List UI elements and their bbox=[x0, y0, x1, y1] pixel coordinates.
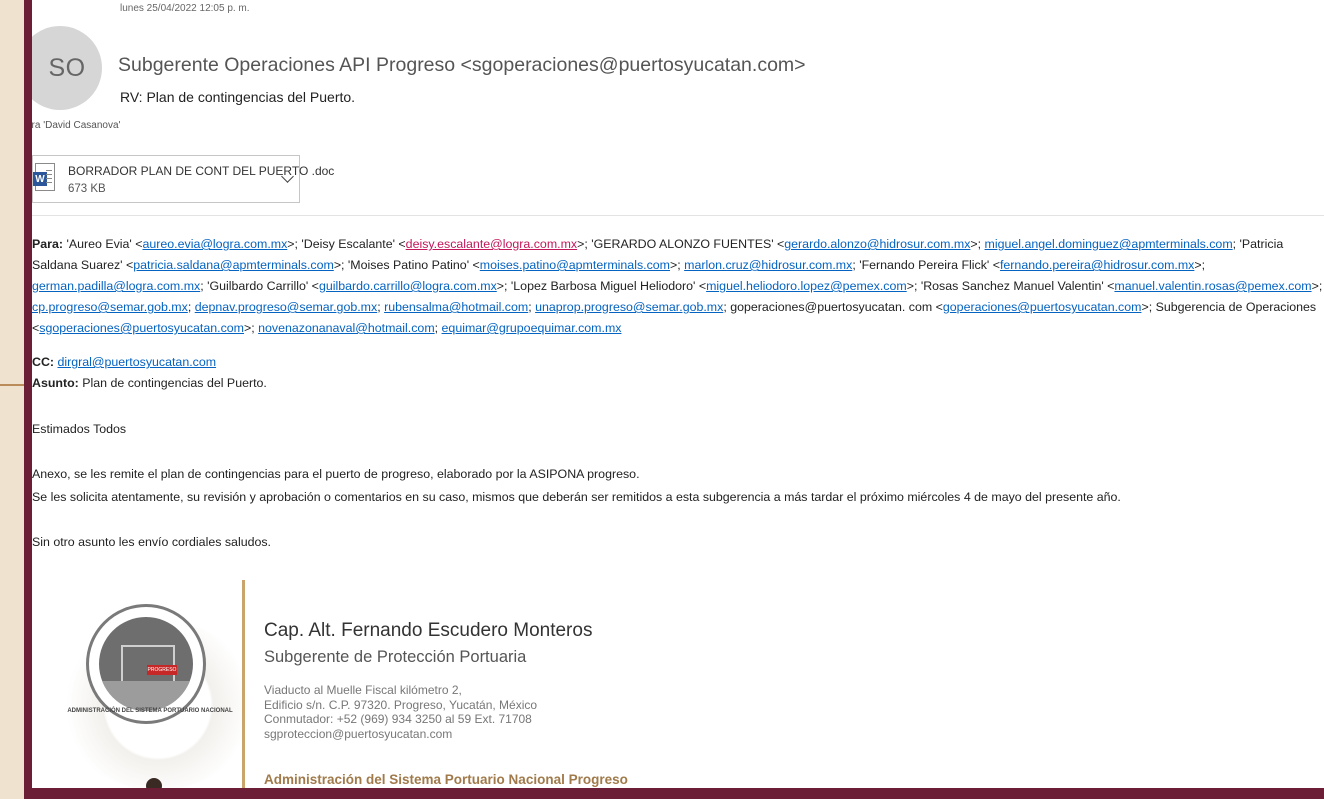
recipient-link[interactable]: aureo.evia@logra.com.mx bbox=[142, 237, 287, 251]
para-label: Para: bbox=[32, 237, 63, 251]
recipient-link[interactable]: rubensalma@hotmail.com bbox=[384, 300, 528, 314]
recipient-link[interactable]: equimar@grupoequimar.com.mx bbox=[442, 321, 622, 335]
recipient-list: 'Aureo Evia' <aureo.evia@logra.com.mx>; … bbox=[32, 237, 1322, 335]
attachment-size: 673 KB bbox=[68, 183, 106, 195]
recipient-link[interactable]: marlon.cruz@hidrosur.com.mx bbox=[684, 258, 852, 272]
recipient-link[interactable]: deisy.escalante@logra.com.mx bbox=[406, 237, 577, 251]
recipient-link[interactable]: goperaciones@puertosyucatan.com bbox=[943, 300, 1142, 314]
attachment-card[interactable]: W BORRADOR PLAN DE CONT DEL PUERTO .doc … bbox=[32, 155, 334, 203]
attachment-name: BORRADOR PLAN DE CONT DEL PUERTO .doc bbox=[68, 164, 335, 178]
signature-address: Viaducto al Muelle Fiscal kilómetro 2, E… bbox=[264, 683, 537, 741]
forwarded-cc-line: CC: dirgral@puertosyucatan.com bbox=[32, 355, 216, 369]
body-paragraph-2: Se les solicita atentamente, su revisión… bbox=[32, 490, 1121, 504]
asunto-text: Plan de contingencias del Puerto. bbox=[82, 376, 267, 390]
recipient-link[interactable]: guilbardo.carrillo@logra.com.mx bbox=[319, 279, 497, 293]
header-divider bbox=[32, 215, 1324, 216]
recipient-link[interactable]: fernando.pereira@hidrosur.com.mx bbox=[1000, 258, 1194, 272]
cc-label: CC: bbox=[32, 355, 55, 369]
word-doc-icon: W bbox=[33, 163, 55, 191]
logo-badge: PROGRESO bbox=[147, 665, 177, 675]
avatar[interactable]: SO bbox=[32, 26, 102, 110]
recipient-text: >; 'GERARDO ALONZO FUENTES' < bbox=[577, 237, 785, 251]
crane-icon bbox=[121, 645, 175, 683]
recipient-text: ; bbox=[434, 321, 442, 335]
signature-name: Cap. Alt. Fernando Escudero Monteros bbox=[264, 620, 593, 641]
recipient-text: >; 'Deisy Escalante' < bbox=[287, 237, 406, 251]
recipient-text: 'Aureo Evia' < bbox=[66, 237, 143, 251]
recipient-text: >; bbox=[670, 258, 685, 272]
address-line: sgproteccion@puertosyucatan.com bbox=[264, 726, 453, 741]
recipient-link[interactable]: novenazonanaval@hotmail.com bbox=[258, 321, 435, 335]
closing: Sin otro asunto les envío cordiales salu… bbox=[32, 535, 272, 549]
recipient-link[interactable]: depnav.progreso@semar.gob.mx bbox=[195, 300, 377, 314]
asipona-logo: PROGRESO bbox=[86, 604, 206, 724]
signature-org: Administración del Sistema Portuario Nac… bbox=[264, 772, 628, 787]
recipient-link[interactable]: unaprop.progreso@semar.gob.mx bbox=[535, 300, 723, 314]
address-line: Viaducto al Muelle Fiscal kilómetro 2, bbox=[264, 683, 462, 697]
to-recipients[interactable]: ara 'David Casanova' bbox=[32, 120, 120, 131]
email-subject: RV: Plan de contingencias del Puerto. bbox=[120, 89, 356, 105]
address-line: Conmutador: +52 (969) 934 3250 al 59 Ext… bbox=[264, 712, 532, 726]
signature-divider bbox=[242, 580, 245, 788]
forwarded-subject-line: Asunto: Plan de contingencias del Puerto… bbox=[32, 376, 267, 390]
signature-figure-icon bbox=[146, 778, 162, 788]
cc-link[interactable]: dirgral@puertosyucatan.com bbox=[57, 355, 216, 369]
address-line: Edificio s/n. C.P. 97320. Progreso, Yuca… bbox=[264, 697, 538, 712]
water-icon bbox=[99, 681, 193, 711]
signature-role: Subgerente de Protección Portuaria bbox=[264, 648, 527, 666]
logo-ring-text: ADMINISTRACIÓN DEL SISTEMA PORTUARIO NAC… bbox=[67, 708, 233, 714]
recipient-link[interactable]: patricia.saldana@apmterminals.com bbox=[133, 258, 334, 272]
recipient-text: >; 'Moises Patino Patino' < bbox=[333, 258, 480, 272]
recipient-text: ; 'Fernando Pereira Flick' < bbox=[852, 258, 1000, 272]
email-header: SO lunes 25/04/2022 12:05 p. m. Subgeren… bbox=[32, 0, 1324, 148]
recipient-text: ; goperaciones@puertosyucatan. com < bbox=[723, 300, 943, 314]
recipient-text: ; bbox=[187, 300, 195, 314]
recipient-text: >; bbox=[244, 321, 259, 335]
recipient-text: >; 'Rosas Sanchez Manuel Valentin' < bbox=[906, 279, 1115, 293]
recipient-link[interactable]: cp.progreso@semar.gob.mx bbox=[32, 300, 188, 314]
forwarded-para-line: Para: 'Aureo Evia' <aureo.evia@logra.com… bbox=[32, 234, 1324, 339]
body-paragraph-1: Anexo, se les remite el plan de continge… bbox=[32, 467, 640, 481]
sender-name[interactable]: Subgerente Operaciones API Progreso <sgo… bbox=[118, 54, 806, 77]
avatar-initials: SO bbox=[48, 53, 86, 82]
recipient-text: ; 'Guilbardo Carrillo' < bbox=[200, 279, 319, 293]
recipient-text: >; bbox=[1311, 279, 1323, 293]
email-reading-pane: SO lunes 25/04/2022 12:05 p. m. Subgeren… bbox=[32, 0, 1324, 788]
recipient-link[interactable]: sgoperaciones@puertosyucatan.com bbox=[39, 321, 244, 335]
sent-date: lunes 25/04/2022 12:05 p. m. bbox=[120, 3, 250, 14]
email-signature: PROGRESO ADMINISTRACIÓN DEL SISTEMA PORT… bbox=[32, 580, 1324, 788]
recipient-link[interactable]: german.padilla@logra.com.mx bbox=[32, 279, 200, 293]
recipient-text: >; bbox=[1194, 258, 1206, 272]
asunto-label: Asunto: bbox=[32, 376, 79, 390]
recipient-link[interactable]: miguel.heliodoro.lopez@pemex.com bbox=[706, 279, 907, 293]
recipient-link[interactable]: miguel.angel.dominguez@apmterminals.com bbox=[985, 237, 1233, 251]
recipient-text: >; bbox=[970, 237, 985, 251]
recipient-link[interactable]: moises.patino@apmterminals.com bbox=[480, 258, 670, 272]
recipient-link[interactable]: gerardo.alonzo@hidrosur.com.mx bbox=[784, 237, 970, 251]
recipient-link[interactable]: manuel.valentin.rosas@pemex.com bbox=[1114, 279, 1311, 293]
greeting: Estimados Todos bbox=[32, 422, 127, 436]
recipient-text: >; 'Lopez Barbosa Miguel Heliodoro' < bbox=[496, 279, 707, 293]
